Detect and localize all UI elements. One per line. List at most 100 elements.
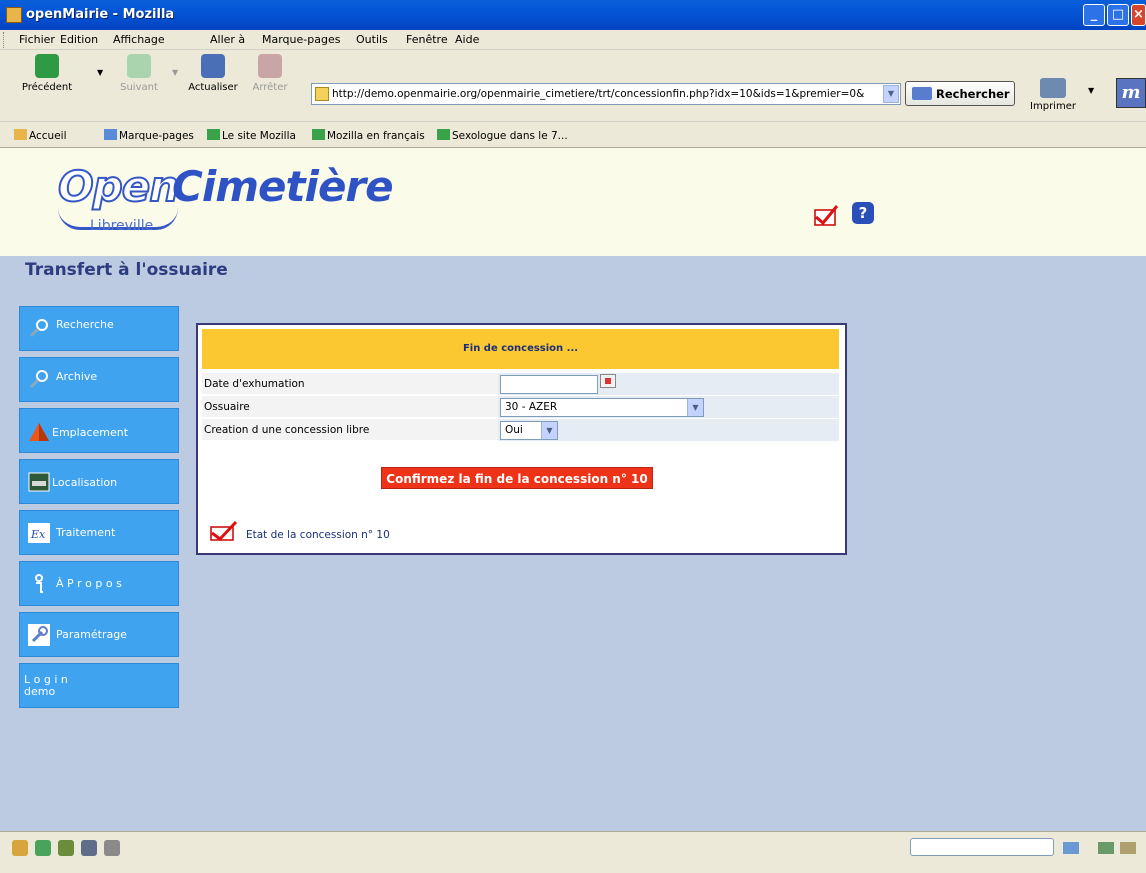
bookmark-mozilla-francais[interactable]: Mozilla en français: [312, 129, 425, 142]
print-button[interactable]: Imprimer: [1029, 78, 1077, 112]
bookmark-label: Accueil: [29, 130, 67, 142]
logo-city: Libreville: [90, 218, 154, 234]
status-bar: [0, 831, 1146, 873]
status-progress-field: [910, 838, 1054, 856]
bookmark-marque-pages[interactable]: Marque-pages: [104, 129, 194, 142]
forward-arrow-icon: [127, 54, 151, 78]
calendar-icon[interactable]: [600, 374, 616, 388]
logo-open: Open: [57, 161, 180, 212]
sidebar-item-label: À P r o p o s: [56, 577, 122, 590]
address-book-icon[interactable]: [81, 840, 97, 856]
panel-heading: Fin de concession ...: [202, 329, 839, 369]
bookmark-site-mozilla[interactable]: Le site Mozilla: [207, 129, 296, 142]
cookie-icon[interactable]: [1098, 842, 1114, 854]
printer-icon: [1040, 78, 1066, 98]
creation-selected-value: Oui: [505, 424, 523, 436]
sidebar-item-a-propos[interactable]: À P r o p o s: [19, 561, 179, 606]
ex-icon: Ex: [28, 523, 50, 543]
irc-icon[interactable]: [104, 840, 120, 856]
sidebar-item-archive[interactable]: Archive: [19, 357, 179, 402]
reload-button[interactable]: Actualiser: [185, 54, 241, 93]
menu-outils[interactable]: Outils: [356, 33, 388, 46]
bookmark-label: Sexologue dans le 7...: [452, 130, 568, 142]
confirm-fin-concession-button[interactable]: Confirmez la fin de la concession n° 10: [381, 467, 653, 489]
panel-heading-text: Fin de concession ...: [462, 343, 579, 354]
bookmark-label: Mozilla en français: [327, 130, 425, 142]
stop-button[interactable]: Arrêter: [250, 54, 290, 93]
reload-label: Actualiser: [188, 82, 238, 93]
mail-icon[interactable]: [35, 840, 51, 856]
ossuaire-label: Ossuaire: [204, 401, 250, 413]
help-icon[interactable]: ?: [852, 202, 874, 224]
sidebar-item-traitement[interactable]: Ex Traitement: [19, 510, 179, 555]
url-field[interactable]: http://demo.openmairie.org/openmairie_ci…: [311, 83, 901, 105]
security-lock-icon[interactable]: [1120, 842, 1136, 854]
maximize-button[interactable]: □: [1107, 4, 1129, 26]
search-button[interactable]: Rechercher: [905, 81, 1015, 106]
composer-icon[interactable]: [58, 840, 74, 856]
back-dropdown-icon[interactable]: ▼: [97, 68, 103, 77]
window-title: openMairie - Mozilla: [26, 7, 175, 22]
sidebar-item-label: Recherche: [56, 318, 114, 331]
bookmark-sexologue[interactable]: Sexologue dans le 7...: [437, 129, 568, 142]
site-icon: [315, 87, 329, 101]
form-row-ossuaire: Ossuaire 30 - AZER ▼: [202, 396, 839, 418]
creation-concession-select[interactable]: Oui ▼: [500, 421, 558, 440]
pdf-icon: [210, 521, 238, 541]
menu-edition[interactable]: Edition: [60, 33, 98, 46]
page-content: Open Cimetière Libreville ? Transfert à …: [0, 148, 1146, 831]
bookmark-icon: [207, 129, 220, 140]
street-sign-icon: [28, 472, 50, 492]
toolbar-grip[interactable]: [3, 32, 6, 48]
form-row-date: Date d'exhumation: [202, 373, 839, 395]
sidebar-item-localisation[interactable]: Localisation: [19, 459, 179, 504]
date-exhumation-label: Date d'exhumation: [204, 378, 305, 390]
chevron-down-icon: ▼: [687, 399, 703, 416]
back-label: Précédent: [21, 82, 73, 93]
menu-fenetre[interactable]: Fenêtre: [406, 33, 448, 46]
url-dropdown-icon[interactable]: ▼: [883, 85, 899, 103]
forward-button[interactable]: Suivant: [115, 54, 163, 93]
sidebar-item-label: Archive: [56, 370, 98, 383]
minimize-button[interactable]: _: [1083, 4, 1105, 26]
url-text[interactable]: http://demo.openmairie.org/openmairie_ci…: [332, 88, 880, 100]
sidebar-item-parametrage[interactable]: Paramétrage: [19, 612, 179, 657]
bookmark-label: Le site Mozilla: [222, 130, 296, 142]
back-button[interactable]: Précédent: [20, 54, 74, 93]
menu-affichage[interactable]: Affichage: [113, 33, 165, 46]
menu-marque-pages[interactable]: Marque-pages: [262, 33, 340, 46]
close-button[interactable]: ×: [1131, 4, 1146, 26]
creation-concession-label: Creation d une concession libre: [204, 424, 370, 436]
bookmarks-icon: [104, 129, 117, 140]
svg-text:Ex: Ex: [30, 528, 46, 541]
print-dropdown-icon[interactable]: ▼: [1088, 86, 1094, 95]
menu-aller-a[interactable]: Aller à: [210, 33, 245, 46]
reload-icon: [201, 54, 225, 78]
ossuaire-select[interactable]: 30 - AZER ▼: [500, 398, 704, 417]
window-titlebar: openMairie - Mozilla _ □ ×: [0, 0, 1146, 30]
date-exhumation-input[interactable]: [500, 375, 598, 394]
bookmark-label: Marque-pages: [119, 130, 194, 142]
navigator-icon[interactable]: [12, 840, 28, 856]
wrench-icon: [28, 624, 50, 646]
page-title: Transfert à l'ossuaire: [25, 260, 228, 280]
sidebar-item-emplacement[interactable]: Emplacement: [19, 408, 179, 453]
login-username: demo: [24, 685, 56, 698]
navigation-toolbar: Précédent ▼ Suivant ▼ Actualiser Arrêter…: [0, 50, 1146, 122]
form-row-creation: Creation d une concession libre Oui ▼: [202, 419, 839, 441]
forward-dropdown-icon[interactable]: ▼: [172, 68, 178, 77]
search-icon: [29, 370, 48, 389]
bookmarks-toolbar: Accueil Marque-pages Le site Mozilla Moz…: [0, 122, 1146, 148]
bookmark-icon: [437, 129, 450, 140]
search-icon: [29, 319, 48, 338]
mozilla-logo: m: [1116, 78, 1146, 108]
stop-label: Arrêter: [252, 82, 288, 93]
pdf-icon[interactable]: [813, 204, 839, 226]
bookmark-accueil[interactable]: Accueil: [14, 129, 67, 142]
online-status-icon[interactable]: [1063, 842, 1079, 854]
menu-aide[interactable]: Aide: [455, 33, 479, 46]
menu-fichier[interactable]: Fichier: [19, 33, 55, 46]
sidebar-item-recherche[interactable]: Recherche: [19, 306, 179, 351]
sidebar-item-login[interactable]: L o g i n demo: [19, 663, 179, 708]
sidebar-item-label: Localisation: [52, 476, 118, 489]
